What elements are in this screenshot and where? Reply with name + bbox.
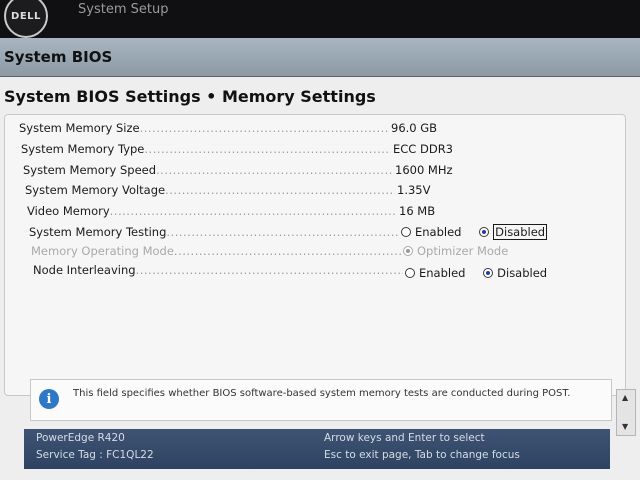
radio-on-icon (483, 268, 494, 278)
setting-value: 1600 MHz (395, 163, 453, 177)
radio-off-icon (405, 268, 415, 278)
setting-value: 16 MB (399, 204, 436, 218)
setting-options: Enabled Disabled (401, 224, 561, 240)
service-tag: Service Tag : FC1QL22 (36, 449, 154, 461)
setting-label: System Memory Type (21, 142, 391, 156)
setting-label: Memory Operating Mode (31, 244, 401, 258)
radio-on-icon (403, 246, 413, 256)
radio-enabled[interactable]: Enabled (405, 266, 465, 280)
scroll-down-icon[interactable]: ▼ (622, 422, 628, 431)
info-icon: i (39, 389, 59, 409)
app-title: System Setup (78, 2, 169, 17)
model-name: PowerEdge R420 (36, 432, 125, 444)
setting-label: System Memory Voltage (25, 183, 395, 197)
setting-label: Node Interleaving (33, 263, 403, 277)
top-bar: DELL System Setup (0, 0, 640, 38)
radio-on-icon (479, 227, 490, 237)
help-box: i This field specifies whether BIOS soft… (30, 379, 612, 421)
setting-label: System Memory Speed (23, 163, 393, 177)
hint-select: Arrow keys and Enter to select (324, 432, 485, 444)
radio-off-icon (401, 227, 411, 237)
setting-value: 96.0 GB (391, 121, 438, 135)
bios-panel: System BIOS System BIOS Settings • Memor… (0, 38, 640, 480)
setting-options: Enabled Disabled (405, 266, 561, 280)
scroll-up-icon[interactable]: ▲ (622, 393, 628, 402)
setting-label: System Memory Size (19, 121, 389, 135)
dell-logo: DELL (4, 0, 48, 38)
setting-options: Optimizer Mode (403, 244, 522, 258)
setting-label: System Memory Testing (29, 225, 399, 239)
help-scrollbar[interactable]: ▲ ▼ (616, 389, 636, 436)
settings-list: System Memory Size 96.0 GB System Memory… (4, 114, 626, 396)
radio-enabled[interactable]: Enabled (401, 225, 461, 239)
help-text: This field specifies whether BIOS softwa… (73, 388, 571, 399)
setting-label: Video Memory (27, 204, 397, 218)
page-title: System BIOS Settings • Memory Settings (4, 87, 376, 106)
status-bar: PowerEdge R420 Service Tag : FC1QL22 Arr… (24, 429, 610, 469)
setting-value: 1.35V (397, 183, 431, 197)
header-title: System BIOS (4, 48, 113, 66)
focused-option: Disabled (493, 224, 548, 240)
setting-value: ECC DDR3 (393, 142, 453, 156)
radio-disabled[interactable]: Disabled (479, 224, 548, 240)
radio-optimizer-mode: Optimizer Mode (403, 244, 508, 258)
bios-header: System BIOS (0, 38, 640, 77)
hint-exit: Esc to exit page, Tab to change focus (324, 449, 520, 461)
radio-disabled[interactable]: Disabled (483, 266, 547, 280)
